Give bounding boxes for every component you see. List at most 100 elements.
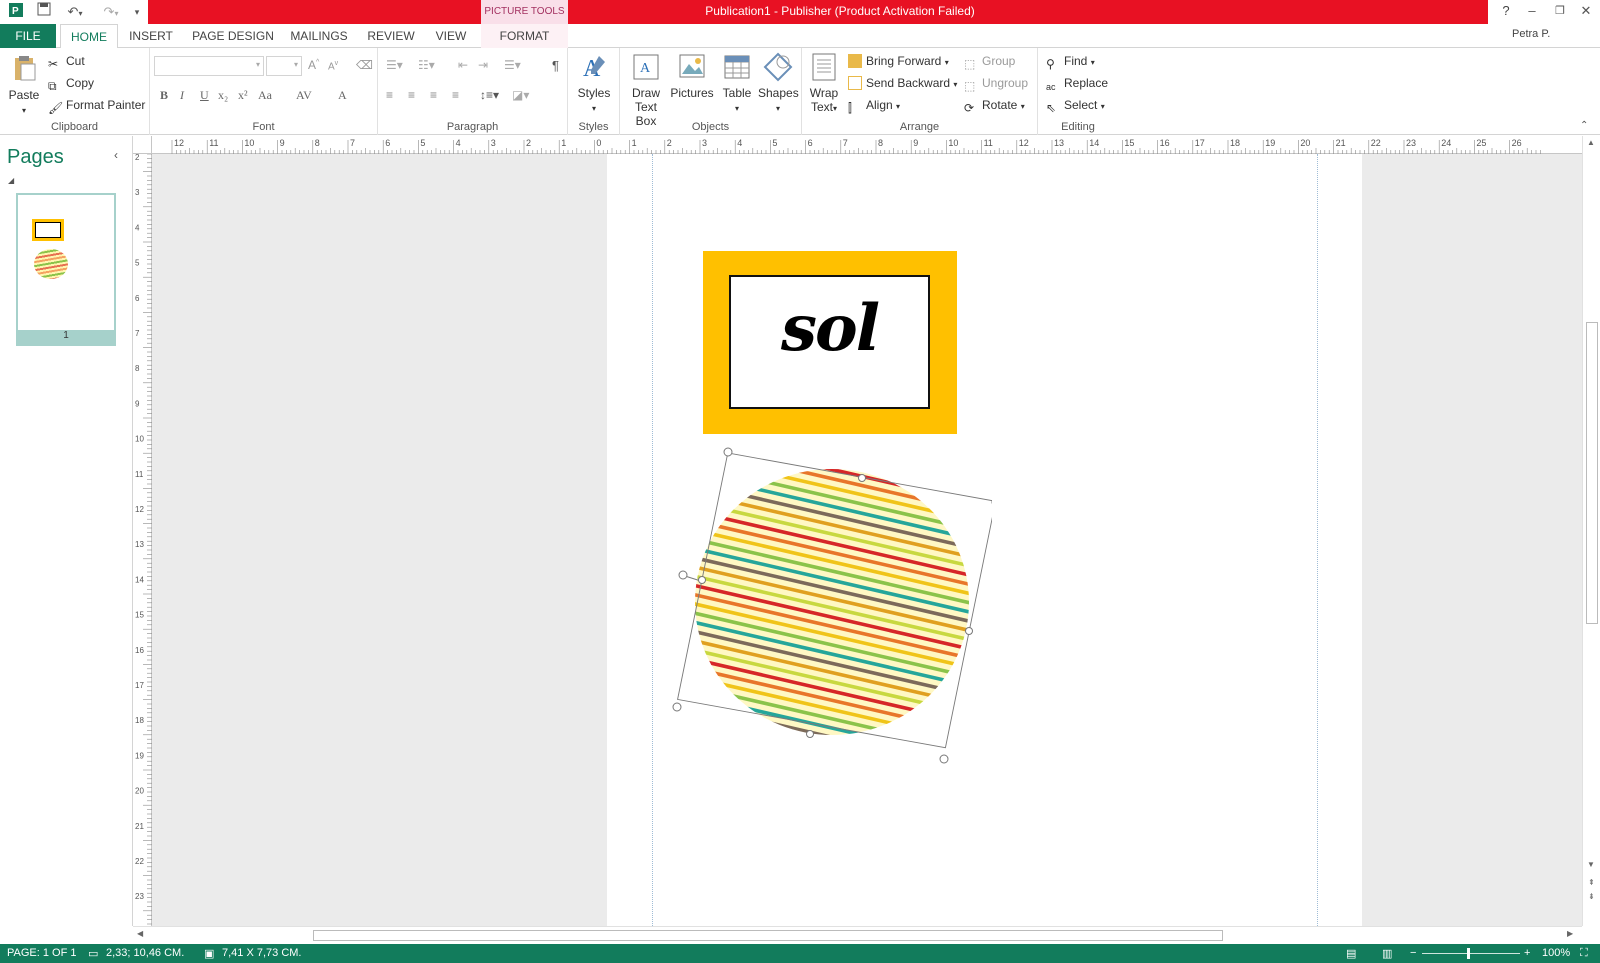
scroll-left-icon[interactable]: ◀ [137, 929, 143, 938]
help-button[interactable]: ? [1492, 0, 1520, 24]
resize-handle-br[interactable] [939, 754, 949, 764]
collapse-ribbon-icon[interactable]: ⌃ [1580, 120, 1588, 131]
vertical-ruler[interactable]: 2 3 4 5 6 7 8 9 10 11 12 13 14 15 16 17 18 19 20 21 22 23 [133, 153, 152, 926]
restore-button[interactable]: ❐ [1546, 0, 1574, 24]
send-backward-button[interactable]: Send Backward ▾ [848, 76, 957, 90]
resize-handle-bl[interactable] [672, 702, 682, 712]
numbering-icon[interactable]: ☷▾ [418, 58, 435, 72]
shading-icon[interactable]: ◪▾ [512, 88, 529, 102]
shrink-font-icon[interactable]: Av [328, 60, 338, 72]
replace-button[interactable]: ac Replace [1046, 76, 1108, 96]
close-button[interactable]: ✕ [1572, 0, 1600, 24]
zoom-out-icon[interactable]: − [1410, 947, 1416, 959]
customize-qat-icon[interactable]: ▾ [130, 2, 144, 22]
find-button[interactable]: ⚲ Find ▾ [1046, 54, 1095, 71]
collapse-pane-icon[interactable]: ‹ [114, 148, 118, 162]
underline-button[interactable]: U [200, 88, 209, 103]
tab-review[interactable]: REVIEW [362, 24, 420, 48]
user-name[interactable]: Petra P. [1512, 28, 1550, 40]
rotate-button[interactable]: ⟳ Rotate ▾ [964, 98, 1025, 115]
scratch-area[interactable]: sol [152, 154, 1582, 926]
resize-handle-t[interactable] [858, 474, 866, 482]
minimize-button[interactable]: – [1518, 0, 1546, 24]
line-spacing-icon[interactable]: ↕≡▾ [480, 88, 499, 102]
tab-file[interactable]: FILE [0, 24, 56, 48]
pictures-button[interactable]: Pictures [670, 52, 714, 100]
grow-font-icon[interactable]: A^ [308, 58, 319, 72]
scroll-down-icon[interactable]: ▼ [1587, 860, 1595, 869]
rotation-handle[interactable] [678, 570, 688, 580]
increase-indent-icon[interactable]: ⇥ [478, 58, 488, 72]
bring-forward-button[interactable]: Bring Forward ▾ [848, 54, 949, 68]
align-left-icon[interactable]: ≡ [386, 88, 393, 102]
zoom-slider-track[interactable] [1422, 953, 1520, 954]
justify-icon[interactable]: ≡ [452, 88, 459, 102]
section-expand-icon[interactable]: ◢ [8, 176, 14, 185]
resize-handle-tl[interactable] [723, 447, 733, 457]
single-page-view-icon[interactable]: ▤ [1346, 947, 1356, 960]
font-color-button[interactable]: A [338, 88, 347, 103]
vertical-scroll-thumb[interactable] [1586, 322, 1598, 624]
align-right-icon[interactable]: ≡ [430, 88, 437, 102]
scroll-up-icon[interactable]: ▲ [1587, 138, 1595, 147]
subscript-button[interactable]: x₂ [218, 88, 228, 103]
paste-button[interactable]: Paste ▾ [8, 54, 40, 118]
font-size-combo[interactable]: ▾ [266, 56, 302, 76]
horizontal-ruler[interactable]: 12 11 10 9 8 7 6 5 4 3 2 1 0 1 2 3 4 5 6 7 8 9 10 11 12 13 14 15 16 1… [152, 136, 1582, 154]
object-position[interactable]: 2,33; 10,46 CM. [106, 947, 184, 959]
save-icon[interactable] [34, 2, 54, 22]
format-painter-button[interactable]: 🖌 Format Painter [48, 98, 145, 115]
scroll-right-icon[interactable]: ▶ [1567, 929, 1573, 938]
zoom-in-icon[interactable]: + [1524, 947, 1530, 959]
previous-page-icon[interactable]: ⇞ [1588, 878, 1595, 887]
vertical-scrollbar[interactable]: ▲ ▼ ⇞ ⇟ [1582, 136, 1600, 926]
tab-insert[interactable]: INSERT [124, 24, 178, 48]
striped-circle-picture[interactable] [672, 439, 992, 769]
font-name-combo[interactable]: ▾ [154, 56, 264, 76]
tab-format[interactable]: FORMAT [481, 24, 568, 48]
object-size[interactable]: 7,41 X 7,73 CM. [222, 947, 302, 959]
orange-frame-shape[interactable]: sol [703, 251, 957, 434]
tab-page-design[interactable]: PAGE DESIGN [188, 24, 278, 48]
horizontal-scrollbar[interactable]: ◀ ▶ [133, 926, 1582, 944]
page-thumbnail[interactable]: 1 [16, 193, 116, 346]
pilcrow-icon[interactable]: ¶ [552, 58, 559, 73]
styles-button[interactable]: A Styles▾ [572, 52, 616, 116]
tab-home[interactable]: HOME [60, 24, 118, 49]
bullets-icon[interactable]: ☰▾ [386, 58, 403, 72]
table-button[interactable]: Table ▾ [718, 52, 756, 116]
select-button[interactable]: ⇖ Select ▾ [1046, 98, 1105, 115]
tab-mailings[interactable]: MAILINGS [286, 24, 352, 48]
zoom-slider-thumb[interactable] [1467, 948, 1470, 959]
text-box[interactable]: sol [729, 275, 930, 409]
draw-text-box-button[interactable]: A Draw Text Box [624, 52, 668, 128]
redo-icon[interactable]: ↷▾ [98, 2, 124, 22]
horizontal-scroll-thumb[interactable] [313, 930, 1223, 941]
clear-formatting-icon[interactable]: ⌫ [356, 58, 373, 72]
character-spacing-button[interactable]: AV [296, 88, 312, 103]
align-button[interactable]: ⫿ Align ▾ [848, 98, 900, 115]
ungroup-button[interactable]: ⬚ Ungroup [964, 76, 1028, 93]
tab-view[interactable]: VIEW [428, 24, 474, 48]
change-case-button[interactable]: Aa [258, 88, 272, 103]
italic-button[interactable]: I [180, 88, 184, 103]
superscript-button[interactable]: x² [238, 88, 248, 103]
columns-icon[interactable]: ☰▾ [504, 58, 521, 72]
group-button[interactable]: ⬚ Group [964, 54, 1015, 71]
resize-handle-r[interactable] [965, 627, 973, 635]
resize-handle-l[interactable] [698, 576, 706, 584]
zoom-level[interactable]: 100% [1542, 947, 1570, 959]
resize-handle-b[interactable] [806, 730, 814, 738]
decrease-indent-icon[interactable]: ⇤ [458, 58, 468, 72]
undo-icon[interactable]: ↶▾ [62, 2, 88, 22]
fit-page-icon[interactable]: ⛶ [1580, 947, 1588, 960]
next-page-icon[interactable]: ⇟ [1588, 892, 1595, 901]
align-center-icon[interactable]: ≡ [408, 88, 415, 102]
wrap-text-button[interactable]: Wrap Text▾ [806, 52, 842, 116]
two-page-view-icon[interactable]: ▥ [1382, 947, 1392, 960]
bold-button[interactable]: B [160, 88, 168, 103]
page-indicator[interactable]: PAGE: 1 OF 1 [7, 947, 77, 959]
shapes-button[interactable]: Shapes ▾ [758, 52, 799, 116]
copy-button[interactable]: ⧉ Copy [48, 76, 94, 93]
cut-button[interactable]: ✂ Cut [48, 54, 85, 71]
